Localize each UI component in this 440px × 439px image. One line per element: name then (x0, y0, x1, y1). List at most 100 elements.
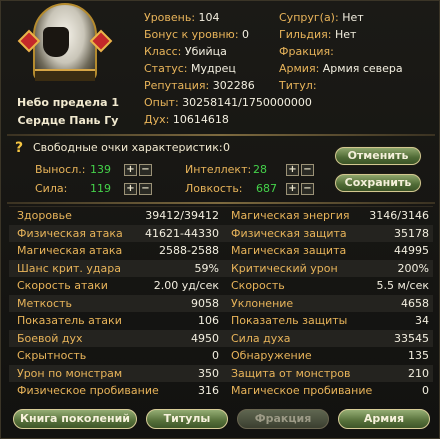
stamina-minus-button[interactable]: − (139, 164, 152, 176)
strength-label: Сила: (35, 182, 68, 195)
stat-name: Защита от монстров (231, 366, 351, 380)
stat-name: Физическое пробивание (17, 384, 159, 397)
header-divider (7, 134, 435, 136)
stat-name: Обнаружение (231, 349, 312, 362)
stat-name: Физическая атака (17, 226, 123, 240)
strength-minus-button[interactable]: − (139, 183, 152, 195)
faction-row: Фракция: (279, 45, 334, 58)
stat-name: Уклонение (231, 296, 294, 310)
title-row: Титул: (279, 79, 317, 92)
reputation-row: Репутация: 302286 (144, 79, 255, 92)
stat-value: 2.00 уд/сек (153, 279, 219, 292)
spouse-row: Супруг(а): Нет (279, 11, 364, 24)
stat-name: Урон по монстрам (17, 366, 123, 380)
character-info-window: Небо предела 1 Сердце Пань Гу Уровень: 1… (0, 0, 440, 439)
stats-row: Здоровье 39412/39412 Магическая энергия … (9, 207, 433, 225)
stat-name: Показатель защиты (231, 314, 348, 327)
class-row: Класс: Убийца (144, 45, 227, 58)
stat-value: 135 (408, 349, 429, 362)
stat-value: 39412/39412 (145, 209, 219, 222)
level-row: Уровень: 104 (144, 11, 220, 24)
strength-value: 119 (90, 182, 111, 195)
bottom-tab-bar: Книга поколений Титулы Фракция Армия (5, 407, 437, 433)
stat-value: 106 (198, 314, 219, 327)
spirit-row: Дух: 10614618 (144, 113, 229, 126)
stat-name: Сила духа (231, 331, 291, 345)
intellect-minus-button[interactable]: − (301, 164, 314, 176)
stat-name: Шанс крит. удара (17, 261, 121, 275)
stat-value: 2588-2588 (159, 244, 219, 257)
stat-name: Магическая атака (17, 244, 123, 257)
stat-value: 44995 (394, 244, 429, 257)
stat-name: Показатель атаки (17, 314, 122, 327)
stat-value: 4950 (191, 331, 219, 345)
stats-row: Боевой дух 4950 Сила духа 33545 (9, 329, 433, 347)
stats-row: Показатель атаки 106 Показатель защиты 3… (9, 312, 433, 330)
stat-value: 5.5 м/сек (376, 279, 429, 292)
points-divider (7, 202, 435, 204)
free-points-count: 0 (223, 141, 230, 154)
level-bonus-row: Бонус к уровню: 0 (144, 28, 250, 41)
stats-row: Шанс крит. удара 59% Критический урон 20… (9, 259, 433, 277)
guild-row: Гильдия: Нет (279, 28, 357, 41)
character-header: Небо предела 1 Сердце Пань Гу Уровень: 1… (1, 1, 440, 134)
agility-label: Ловкость: (185, 182, 243, 195)
stat-name: Скорость (231, 279, 285, 292)
stat-value: 210 (408, 366, 429, 380)
tab-book-of-generations[interactable]: Книга поколений (13, 409, 137, 429)
stats-row: Магическая атака 2588-2588 Магическая за… (9, 242, 433, 260)
portrait-base (35, 69, 95, 81)
stats-row: Скорость атаки 2.00 уд/сек Скорость 5.5 … (9, 277, 433, 295)
stats-row: Скрытность 0 Обнаружение 135 (9, 347, 433, 365)
strength-plus-button[interactable]: + (124, 183, 137, 195)
stat-value: 41621-44330 (145, 226, 219, 240)
tab-titles[interactable]: Титулы (146, 409, 228, 429)
stamina-label: Выносл.: (35, 163, 86, 176)
stat-name: Меткость (17, 296, 72, 310)
stat-name: Скорость атаки (17, 279, 108, 292)
army-row: Армия: Армия севера (279, 62, 403, 75)
status-row: Статус: Мудрец (144, 62, 236, 75)
stat-value: 59% (194, 261, 219, 275)
stat-value: 3146/3146 (369, 209, 429, 222)
cancel-button[interactable]: Отменить (335, 147, 421, 165)
agility-minus-button[interactable]: − (301, 183, 314, 195)
stats-row: Меткость 9058 Уклонение 4658 (9, 294, 433, 312)
free-points-label: Свободные очки характеристик: (33, 141, 223, 154)
tab-army[interactable]: Армия (338, 409, 430, 429)
stat-name: Критический урон (231, 261, 338, 275)
question-icon[interactable]: ? (15, 141, 29, 155)
experience-row: Опыт: 30258141/1750000000 (144, 96, 312, 109)
save-button[interactable]: Сохранить (335, 174, 421, 192)
stat-value: 35178 (394, 226, 429, 240)
stat-name: Магическая энергия (231, 209, 350, 222)
intellect-plus-button[interactable]: + (286, 164, 299, 176)
character-title-line1: Небо предела 1 (17, 96, 119, 109)
agility-plus-button[interactable]: + (286, 183, 299, 195)
stats-row: Урон по монстрам 350 Защита от монстров … (9, 364, 433, 382)
portrait-face (43, 27, 69, 57)
stat-name: Физическая защита (231, 226, 347, 240)
intellect-value: 28 (253, 163, 267, 176)
stat-name: Магическая защита (231, 244, 347, 257)
stat-name: Здоровье (17, 209, 72, 222)
stat-value: 34 (415, 314, 429, 327)
attribute-points-panel: ? Свободные очки характеристик: 0 Выносл… (5, 137, 437, 199)
tab-faction[interactable]: Фракция (237, 409, 329, 429)
stat-name: Магическое пробивание (231, 384, 373, 397)
stat-value: 316 (198, 384, 219, 397)
stats-row: Физическое пробивание 316 Магическое про… (9, 382, 433, 400)
stats-table: Здоровье 39412/39412 Магическая энергия … (9, 206, 433, 402)
stat-value: 0 (422, 384, 429, 397)
stat-value: 200% (397, 261, 429, 275)
stat-value: 4658 (401, 296, 429, 310)
stat-value: 9058 (191, 296, 219, 310)
stats-row: Физическая атака 41621-44330 Физическая … (9, 224, 433, 242)
stamina-plus-button[interactable]: + (124, 164, 137, 176)
character-portrait (17, 3, 113, 89)
stamina-value: 139 (90, 163, 111, 176)
stat-name: Скрытность (17, 349, 87, 362)
stat-value: 33545 (394, 331, 429, 345)
stat-name: Боевой дух (17, 331, 83, 345)
stat-value: 0 (212, 349, 219, 362)
